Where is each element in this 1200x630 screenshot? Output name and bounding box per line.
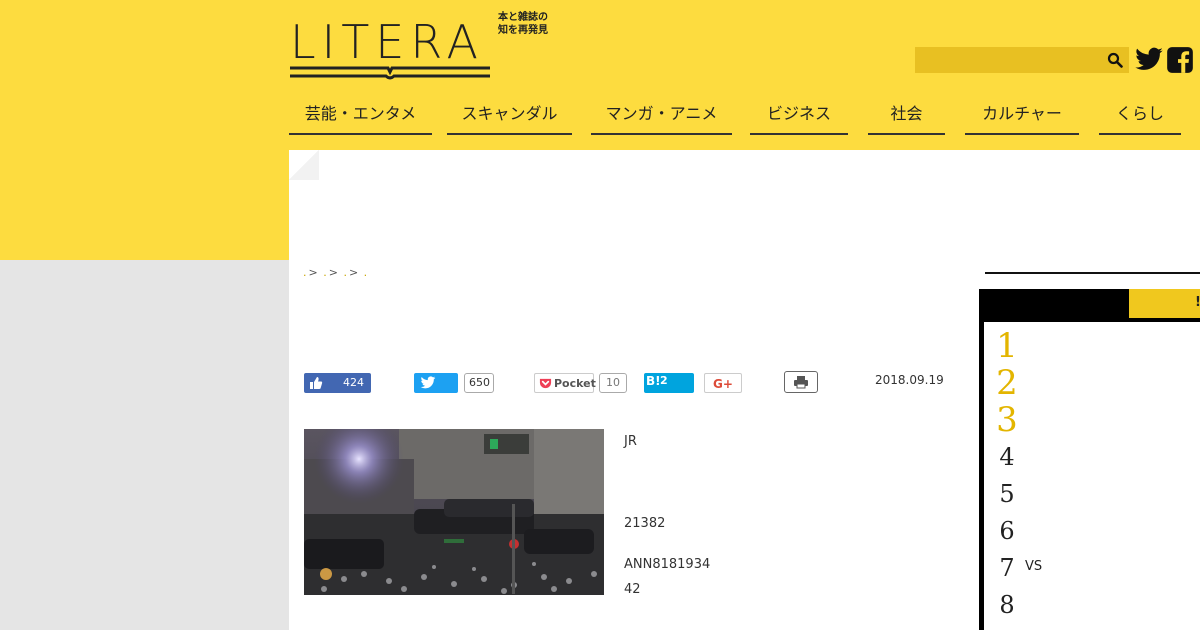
rank-number: 1 bbox=[996, 326, 1018, 366]
nav-item-manga-anime[interactable]: マンガ・アニメ bbox=[591, 99, 732, 135]
rank-number: 8 bbox=[999, 591, 1015, 619]
rank-number: 2 bbox=[996, 363, 1018, 403]
rank-number: 4 bbox=[999, 443, 1015, 471]
rank-number: 5 bbox=[999, 480, 1015, 508]
ranking-item-title[interactable]: VS bbox=[1025, 559, 1042, 574]
nav-item-business[interactable]: ビジネス bbox=[750, 99, 848, 135]
twitter-icon[interactable] bbox=[1134, 44, 1164, 74]
twitter-share-button[interactable] bbox=[414, 373, 458, 393]
hatena-icon: B! bbox=[646, 374, 661, 388]
twitter-bird-icon bbox=[420, 376, 436, 389]
nav-item-scandal[interactable]: スキャンダル bbox=[447, 99, 572, 135]
breadcrumb-link-home[interactable]: . bbox=[303, 266, 307, 279]
breadcrumb-current: . bbox=[363, 266, 368, 279]
hatena-bookmark-button[interactable]: B! 2 bbox=[644, 373, 694, 393]
printer-icon bbox=[794, 376, 808, 389]
rank-number: 6 bbox=[999, 517, 1015, 545]
article-line-4: 42 bbox=[624, 582, 641, 597]
facebook-like-count: 424 bbox=[343, 376, 364, 389]
article-line-3: ANN8181934 bbox=[624, 557, 711, 572]
breadcrumb-link-category[interactable]: . bbox=[323, 266, 327, 279]
article-line-2: 21382 bbox=[624, 516, 666, 531]
site-logo[interactable]: LITERA 本と雑誌の 知を再発見 bbox=[288, 11, 568, 86]
logo-text: LITERA bbox=[290, 15, 484, 69]
thumbs-up-icon bbox=[310, 377, 323, 389]
breadcrumb-separator: > bbox=[308, 266, 318, 279]
breadcrumb: . > . > . > . bbox=[303, 266, 369, 279]
logo-tagline-line1: 本と雑誌の bbox=[498, 12, 548, 23]
search-input[interactable] bbox=[915, 47, 1121, 73]
nav-item-entertainment[interactable]: 芸能・エンタメ bbox=[289, 99, 432, 135]
facebook-icon[interactable] bbox=[1166, 46, 1194, 74]
pocket-label: Pocket bbox=[554, 377, 596, 390]
nav-item-culture[interactable]: カルチャー bbox=[965, 99, 1079, 135]
ranking-tab-active[interactable]: ! bbox=[1129, 289, 1200, 318]
twitter-share-count: 650 bbox=[464, 373, 494, 393]
google-plus-button[interactable]: G+ bbox=[704, 373, 742, 393]
article-photo[interactable] bbox=[304, 429, 604, 595]
pocket-count: 10 bbox=[599, 373, 627, 393]
facebook-like-button[interactable]: 424 bbox=[304, 373, 371, 393]
search-box[interactable] bbox=[915, 47, 1129, 73]
logo-tagline: 本と雑誌の 知を再発見 bbox=[498, 11, 568, 37]
card-corner-fold bbox=[289, 150, 319, 180]
post-date: 2018.09.19 bbox=[875, 373, 944, 387]
rank-number: 3 bbox=[996, 400, 1018, 440]
print-button[interactable] bbox=[784, 371, 818, 393]
pocket-icon bbox=[539, 378, 552, 389]
logo-tagline-line2: 知を再発見 bbox=[498, 25, 548, 36]
sidebar-divider bbox=[985, 272, 1200, 274]
nav-item-lifestyle[interactable]: くらし bbox=[1099, 99, 1181, 135]
book-icon bbox=[290, 66, 490, 80]
pocket-button[interactable]: Pocket bbox=[534, 373, 596, 393]
nav-item-society[interactable]: 社会 bbox=[868, 99, 945, 135]
breadcrumb-separator: > bbox=[348, 266, 359, 279]
breadcrumb-link-subcategory[interactable]: . bbox=[343, 266, 347, 279]
article-line-1: JR bbox=[624, 434, 637, 449]
ranking-tab-label: ! bbox=[1195, 295, 1200, 310]
breadcrumb-separator: > bbox=[328, 266, 338, 279]
search-icon[interactable] bbox=[1107, 52, 1123, 68]
hatena-count: 2 bbox=[660, 374, 668, 387]
rank-number: 7 bbox=[999, 554, 1015, 582]
